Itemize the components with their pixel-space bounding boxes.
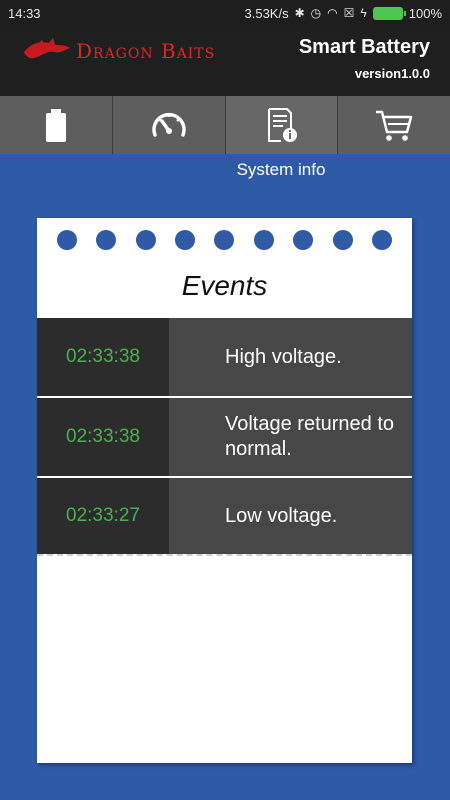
ring-hole [175, 230, 196, 250]
event-time: 02:33:38 [37, 318, 169, 396]
event-row[interactable]: 02:33:38 High voltage. [37, 318, 412, 396]
tab-bar [0, 96, 450, 154]
tab-shopping-cart[interactable] [338, 96, 450, 154]
ring-hole [332, 230, 353, 250]
tab-speedometer[interactable] [113, 96, 226, 154]
ring-hole [56, 230, 77, 250]
status-right: 3.53K/s ✱ ◷ ◠ ☒ ϟ 100% [245, 6, 443, 21]
event-row[interactable]: 02:33:38 Voltage returned to normal. [37, 398, 412, 476]
shopping-cart-icon [376, 110, 413, 141]
ring-hole [135, 230, 156, 250]
event-message: Voltage returned to normal. [169, 398, 412, 476]
events-card: Events 02:33:38 High voltage. 02:33:38 V… [37, 218, 412, 763]
active-tab-label: System info [236, 160, 326, 179]
battery-icon [45, 109, 66, 142]
battery-percent: 100% [408, 5, 442, 21]
event-time: 02:33:27 [37, 478, 169, 554]
app-version: version1.0.0 [354, 66, 430, 81]
dragon-baits-logo: Dragon Baits [22, 38, 215, 64]
ring-hole [253, 230, 274, 250]
alarm-icon: ◷ [310, 6, 322, 20]
wifi-icon: ◠ [327, 6, 338, 20]
notepad-rings [37, 230, 412, 252]
network-speed: 3.53K/s [244, 5, 289, 21]
ring-hole [96, 230, 117, 250]
status-time: 14:33 [8, 5, 41, 21]
ring-hole [214, 230, 235, 250]
charging-icon: ϟ [360, 6, 367, 20]
events-list: 02:33:38 High voltage. 02:33:38 Voltage … [37, 318, 412, 558]
ring-hole [293, 230, 314, 250]
event-row[interactable]: 02:33:27 Low voltage. [37, 478, 412, 556]
system-info-icon [268, 108, 298, 142]
event-time: 02:33:38 [37, 398, 169, 476]
bluetooth-icon: ✱ [294, 6, 305, 20]
status-bar: 14:33 3.53K/s ✱ ◷ ◠ ☒ ϟ 100% [0, 0, 450, 26]
speedometer-icon [151, 112, 186, 137]
sim-icon: ☒ [343, 6, 355, 20]
tab-battery[interactable] [0, 96, 113, 154]
event-message: Low voltage. [169, 478, 412, 554]
ring-hole [372, 230, 393, 250]
battery-status-icon [372, 6, 406, 20]
events-title: Events [181, 270, 268, 301]
logo-text: Dragon Baits [76, 39, 216, 63]
tab-system-info[interactable] [225, 96, 339, 154]
app-header: Dragon Baits Smart Battery version1.0.0 [0, 26, 450, 96]
dragon-icon [24, 38, 70, 59]
app-title: Smart Battery [298, 36, 430, 58]
event-message: High voltage. [169, 318, 412, 396]
